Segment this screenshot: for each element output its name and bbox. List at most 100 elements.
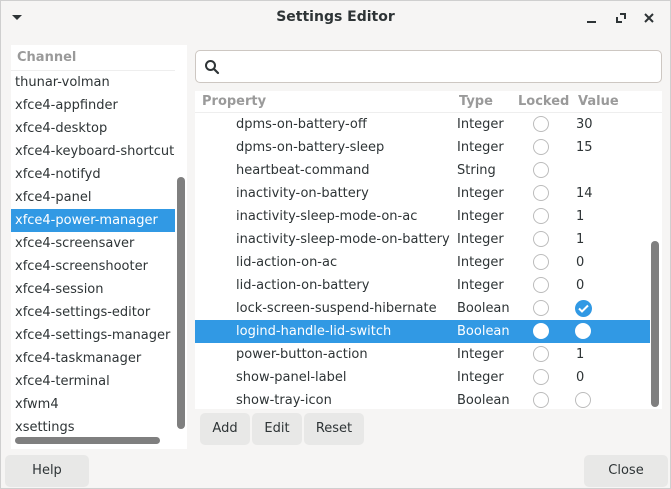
table-row[interactable]: inactivity-sleep-mode-on-ac Integer 1 — [195, 205, 650, 228]
search-box[interactable] — [195, 50, 662, 83]
channel-item[interactable]: xfce4-appfinder — [11, 94, 175, 117]
unchecked-circle-icon — [533, 346, 549, 362]
column-header-property[interactable]: Property — [202, 94, 266, 109]
property-value: 15 — [576, 140, 593, 155]
locked-toggle[interactable] — [533, 300, 549, 317]
locked-toggle[interactable] — [533, 323, 549, 340]
property-name: inactivity-sleep-mode-on-battery — [236, 232, 450, 247]
locked-toggle[interactable] — [533, 346, 549, 363]
table-row[interactable]: dpms-on-battery-sleep Integer 15 — [195, 136, 650, 159]
unchecked-circle-icon — [575, 323, 591, 339]
property-value: 0 — [576, 370, 585, 385]
property-name: lock-screen-suspend-hibernate — [236, 301, 437, 316]
table-row[interactable]: show-tray-icon Boolean — [195, 389, 650, 409]
value-toggle[interactable] — [575, 300, 592, 317]
locked-toggle[interactable] — [533, 208, 549, 225]
channel-item[interactable]: xfce4-notifyd — [11, 163, 175, 186]
property-value: 0 — [576, 255, 585, 270]
property-name: dpms-on-battery-sleep — [236, 140, 385, 155]
table-row[interactable]: show-panel-label Integer 0 — [195, 366, 650, 389]
maximize-button[interactable] — [613, 10, 629, 26]
close-icon — [644, 13, 654, 23]
table-row[interactable]: inactivity-sleep-mode-on-battery Integer 1 — [195, 228, 650, 251]
property-vertical-scroll-thumb[interactable] — [651, 241, 659, 407]
edit-button[interactable]: Edit — [252, 413, 302, 445]
maximize-icon — [616, 13, 626, 23]
value-toggle[interactable] — [575, 323, 591, 340]
column-header-value[interactable]: Value — [578, 94, 619, 109]
channel-item[interactable]: xfce4-keyboard-shortcuts — [11, 140, 175, 163]
channel-item[interactable]: xfce4-terminal — [11, 370, 175, 393]
channel-vertical-scroll-thumb[interactable] — [177, 177, 185, 429]
channel-column-header[interactable]: Channel — [11, 45, 175, 71]
unchecked-circle-icon — [533, 208, 549, 224]
table-row[interactable]: lid-action-on-ac Integer 0 — [195, 251, 650, 274]
reset-button[interactable]: Reset — [304, 413, 364, 445]
table-row[interactable]: power-button-action Integer 1 — [195, 343, 650, 366]
property-value: 1 — [576, 347, 585, 362]
property-type: Integer — [457, 370, 504, 385]
table-row[interactable]: lock-screen-suspend-hibernate Boolean — [195, 297, 650, 320]
channel-item[interactable]: thunar-volman — [11, 71, 175, 94]
table-row[interactable]: inactivity-on-battery Integer 14 — [195, 182, 650, 205]
channel-item[interactable]: xfce4-desktop — [11, 117, 175, 140]
property-name: heartbeat-command — [236, 163, 370, 178]
add-button[interactable]: Add — [200, 413, 250, 445]
channel-item[interactable]: xfce4-settings-editor — [11, 301, 175, 324]
channel-item[interactable]: xfce4-taskmanager — [11, 347, 175, 370]
property-type: Integer — [457, 347, 504, 362]
locked-toggle[interactable] — [533, 231, 549, 248]
channel-item[interactable]: xfce4-panel — [11, 186, 175, 209]
table-row[interactable]: heartbeat-command String — [195, 159, 650, 182]
unchecked-circle-icon — [533, 392, 549, 408]
locked-toggle[interactable] — [533, 277, 549, 294]
locked-toggle[interactable] — [533, 116, 549, 133]
property-type: Boolean — [457, 324, 510, 339]
channel-vertical-scrollbar[interactable] — [177, 71, 185, 449]
unchecked-circle-icon — [533, 277, 549, 293]
channel-item[interactable]: xfce4-screenshooter — [11, 255, 175, 278]
property-type: Boolean — [457, 301, 510, 316]
property-type: Boolean — [457, 393, 510, 408]
channel-item[interactable]: xfwm4 — [11, 393, 175, 416]
search-icon — [205, 60, 220, 75]
search-input[interactable] — [230, 56, 650, 78]
minimize-button[interactable] — [584, 10, 600, 26]
property-type: String — [457, 163, 496, 178]
unchecked-circle-icon — [533, 231, 549, 247]
property-name: inactivity-on-battery — [236, 186, 369, 201]
property-name: lid-action-on-ac — [236, 255, 338, 270]
unchecked-circle-icon — [533, 162, 549, 178]
help-button[interactable]: Help — [5, 455, 89, 487]
window-title: Settings Editor — [276, 9, 395, 25]
channel-item-selected[interactable]: xfce4-power-manager — [11, 209, 175, 232]
locked-toggle[interactable] — [533, 392, 549, 409]
property-name: logind-handle-lid-switch — [236, 324, 392, 339]
close-window-button[interactable] — [641, 10, 657, 26]
property-name: dpms-on-battery-off — [236, 117, 367, 132]
channel-item[interactable]: xfce4-settings-manager — [11, 324, 175, 347]
locked-toggle[interactable] — [533, 369, 549, 386]
channel-item[interactable]: xfce4-screensaver — [11, 232, 175, 255]
table-row-selected[interactable]: logind-handle-lid-switch Boolean — [195, 320, 650, 343]
locked-toggle[interactable] — [533, 185, 549, 202]
table-body: dpms-on-battery-off Integer 30 dpms-on-batt… — [195, 113, 650, 409]
channel-item[interactable]: xsettings — [11, 416, 175, 439]
column-header-type[interactable]: Type — [459, 94, 493, 109]
channel-horizontal-scroll-thumb[interactable] — [15, 437, 160, 444]
property-value: 14 — [576, 186, 593, 201]
unchecked-circle-icon — [533, 323, 549, 339]
property-value: 30 — [576, 117, 593, 132]
channel-item[interactable]: xfce4-session — [11, 278, 175, 301]
table-row[interactable]: dpms-on-battery-off Integer 30 — [195, 113, 650, 136]
value-toggle[interactable] — [575, 392, 591, 409]
locked-toggle[interactable] — [533, 139, 549, 156]
close-button[interactable]: Close — [584, 455, 668, 487]
property-name: show-panel-label — [236, 370, 347, 385]
locked-toggle[interactable] — [533, 254, 549, 271]
locked-toggle[interactable] — [533, 162, 549, 179]
column-header-locked[interactable]: Locked — [518, 94, 569, 109]
table-row[interactable]: lid-action-on-battery Integer 0 — [195, 274, 650, 297]
settings-editor-window: Settings Editor Channel thunar-volman xf… — [0, 0, 671, 489]
channel-panel: Channel thunar-volman xfce4-appfinder xf… — [11, 45, 187, 449]
